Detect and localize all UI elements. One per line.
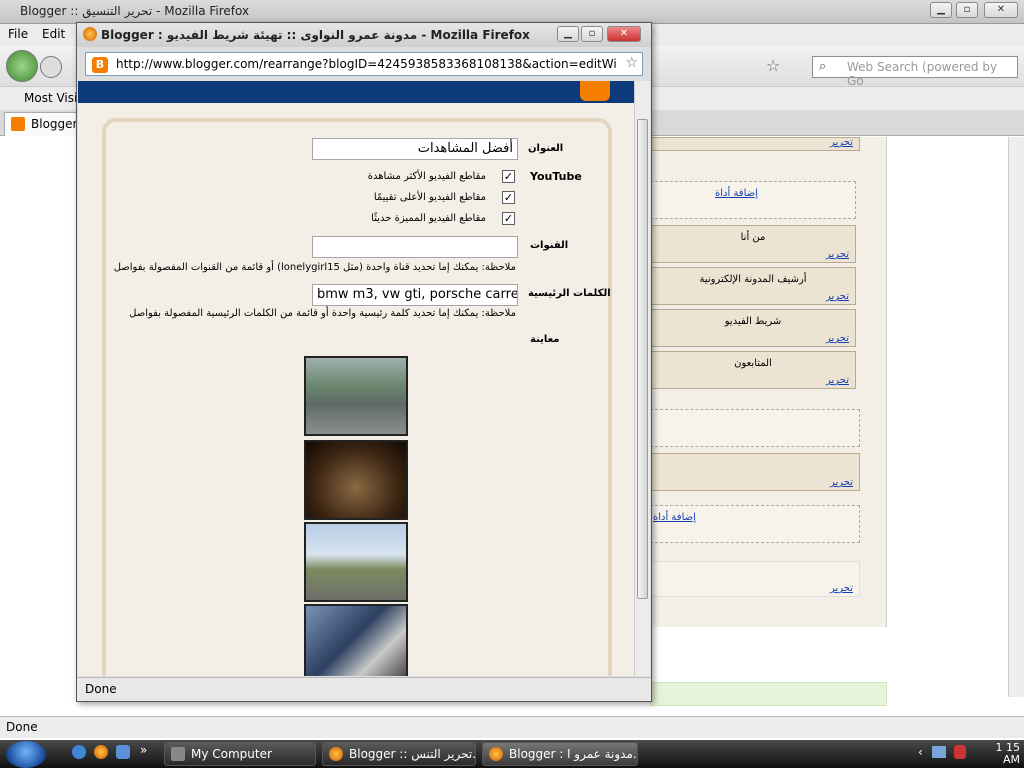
channels-label: القنوات xyxy=(530,240,569,251)
channels-input[interactable] xyxy=(312,236,518,258)
channels-note: ملاحظة: يمكنك إما تحديد قناة واحدة (مثل … xyxy=(113,262,516,273)
gadget-name: أرشيف المدونة الإلكترونية xyxy=(699,274,807,285)
network-icon[interactable] xyxy=(932,746,946,758)
start-button[interactable] xyxy=(6,741,46,768)
status-strip xyxy=(650,682,887,706)
popup-minimize-button[interactable]: ▁ xyxy=(557,26,579,42)
popup-status-bar: Done xyxy=(77,677,651,701)
checkbox-label: مقاطع الفيديو المميزة حديثًا xyxy=(371,213,486,224)
edit-link[interactable]: تحرير xyxy=(830,477,853,488)
clock-ampm: AM xyxy=(1002,753,1020,766)
checkbox-top-rated[interactable]: ✓ xyxy=(502,191,515,204)
keywords-input[interactable]: bmw m3, vw gti, porsche carrera xyxy=(312,284,518,306)
star-icon[interactable]: ☆ xyxy=(625,55,638,71)
maximize-button[interactable]: ▫ xyxy=(956,2,978,18)
taskbar: » My Computer Blogger :: تحرير التنس... … xyxy=(0,740,1024,768)
title-label: العنوان xyxy=(528,143,564,154)
edit-link[interactable]: تحرير xyxy=(830,137,853,148)
bg-scrollbar[interactable] xyxy=(1008,137,1024,697)
edit-link[interactable]: تحرير xyxy=(830,583,853,594)
popup-scrollbar[interactable] xyxy=(634,81,650,676)
shield-icon[interactable] xyxy=(954,745,966,759)
chevron-right-icon[interactable]: » xyxy=(140,743,147,757)
layout-panel: تحرير إضافة أداة من أنا تحرير أرشيف المدو… xyxy=(650,137,887,627)
popup-close-button[interactable]: ✕ xyxy=(607,26,641,42)
popup-title-bar: Blogger : مدونة عمرو النواوى :: تهيئة شر… xyxy=(77,23,651,47)
scroll-thumb[interactable] xyxy=(637,119,648,599)
search-placeholder: Web Search (powered by Go xyxy=(847,60,998,88)
tab-blogger[interactable]: Blogger xyxy=(4,112,82,136)
video-thumbnail[interactable] xyxy=(304,522,408,602)
checkbox-recently-featured[interactable]: ✓ xyxy=(502,212,515,225)
video-thumbnail[interactable] xyxy=(304,356,408,436)
taskbar-item-label: My Computer xyxy=(191,747,272,761)
checkbox-most-viewed[interactable]: ✓ xyxy=(502,170,515,183)
popup-status-text: Done xyxy=(85,682,117,696)
preview-label: معاينة xyxy=(530,334,560,345)
page-header xyxy=(78,81,634,103)
popup-page: العنوان أفضل المشاهدات YouTube ✓ مقاطع ا… xyxy=(78,81,634,676)
title-input[interactable]: أفضل المشاهدات xyxy=(312,138,518,160)
popup-maximize-button[interactable]: ▫ xyxy=(581,26,603,42)
bg-status-bar: Done xyxy=(0,716,1024,738)
keywords-label: الكلمات الرئيسية xyxy=(528,288,611,299)
ie-icon[interactable] xyxy=(72,745,86,759)
chevron-left-icon[interactable]: ‹ xyxy=(918,745,923,759)
bg-status-text: Done xyxy=(6,720,38,734)
search-box[interactable]: ⌕ Web Search (powered by Go xyxy=(812,56,1018,88)
gadget-name: من أنا xyxy=(740,232,766,243)
bookmark-most-visited[interactable]: Most Visit xyxy=(24,91,82,105)
url-text: http://www.blogger.com/rearrange?blogID=… xyxy=(116,57,616,71)
explorer-icon[interactable] xyxy=(116,745,130,759)
drop-zone xyxy=(650,409,860,447)
close-button[interactable]: ✕ xyxy=(984,2,1018,18)
search-icon: ⌕ xyxy=(819,59,827,74)
checkbox-label: مقاطع الفيديو الأكثر مشاهدة xyxy=(367,171,486,182)
menu-file[interactable]: File xyxy=(8,27,28,41)
bg-title-bar: Blogger :: تحرير التنسيق - Mozilla Firef… xyxy=(0,0,1024,24)
checkbox-label: مقاطع الفيديو الأعلى تقييمًا xyxy=(373,192,486,203)
video-thumbnail[interactable] xyxy=(304,440,408,520)
popup-window: Blogger : مدونة عمرو النواوى :: تهيئة شر… xyxy=(76,22,652,702)
youtube-label: YouTube xyxy=(530,170,582,183)
gadget-name: المتابعون xyxy=(734,358,772,369)
edit-link[interactable]: تحرير xyxy=(826,291,849,302)
gadget-name: شريط الفيديو xyxy=(724,316,782,327)
edit-link[interactable]: تحرير xyxy=(826,249,849,260)
taskbar-item-label: Blogger : مدونة عمرو ا... xyxy=(509,747,637,761)
address-bar[interactable]: B http://www.blogger.com/rearrange?blogI… xyxy=(85,52,643,76)
forward-button[interactable] xyxy=(40,56,62,78)
clock[interactable]: 1 15 AM xyxy=(984,742,1021,766)
menu-edit[interactable]: Edit xyxy=(42,27,65,41)
firefox-icon[interactable] xyxy=(94,745,108,759)
add-gadget-link[interactable]: إضافة أداة xyxy=(653,512,696,523)
back-button[interactable] xyxy=(6,50,38,82)
add-gadget-link[interactable]: إضافة أداة xyxy=(715,188,758,199)
taskbar-item-label: Blogger :: تحرير التنس... xyxy=(349,747,476,761)
taskbar-item-blogger-popup[interactable]: Blogger : مدونة عمرو ا... xyxy=(482,742,638,766)
taskbar-item-my-computer[interactable]: My Computer xyxy=(164,742,316,766)
edit-link[interactable]: تحرير xyxy=(826,333,849,344)
popup-title: Blogger : مدونة عمرو النواوى :: تهيئة شر… xyxy=(101,28,530,42)
blogger-icon xyxy=(11,117,25,131)
keywords-note: ملاحظة: يمكنك إما تحديد كلمة رئيسية واحد… xyxy=(129,308,516,319)
star-icon[interactable]: ☆ xyxy=(766,56,780,75)
bg-window-title: Blogger :: تحرير التنسيق - Mozilla Firef… xyxy=(20,4,250,18)
video-thumbnail[interactable] xyxy=(304,604,408,676)
widget-config-form: العنوان أفضل المشاهدات YouTube ✓ مقاطع ا… xyxy=(102,118,612,676)
minimize-button[interactable]: ▁ xyxy=(930,2,952,18)
tab-label: Blogger xyxy=(31,117,78,131)
blogger-icon: B xyxy=(92,57,108,73)
edit-link[interactable]: تحرير xyxy=(826,375,849,386)
taskbar-item-blogger-layout[interactable]: Blogger :: تحرير التنس... xyxy=(322,742,476,766)
firefox-icon xyxy=(83,27,97,41)
blogger-logo-icon xyxy=(580,81,610,101)
